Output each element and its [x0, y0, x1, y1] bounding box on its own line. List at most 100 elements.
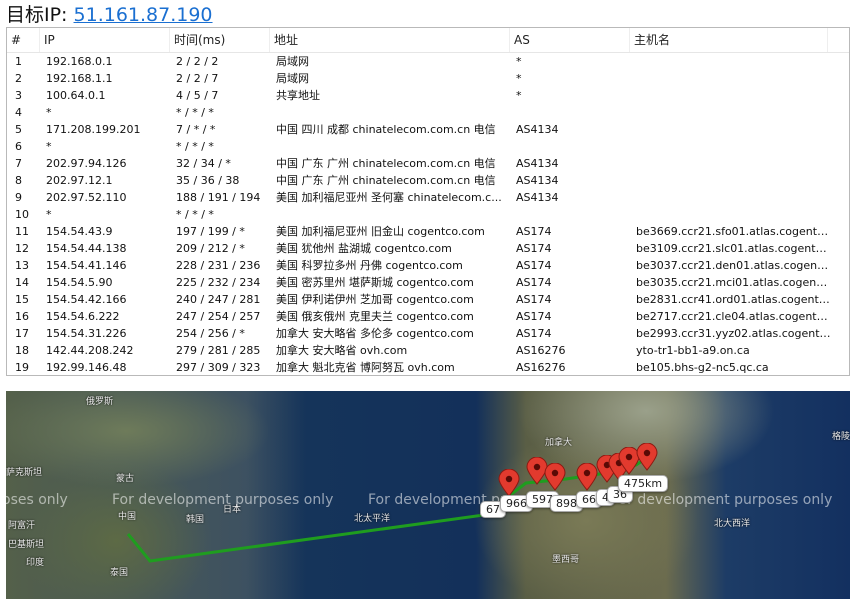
col-header-hostname[interactable]: 主机名	[630, 28, 828, 52]
cell-as: AS4134	[516, 191, 559, 204]
cell-location: 美国 加利福尼亚州 圣何塞 chinatelecom.c...	[276, 191, 502, 204]
cell-index: 15	[15, 293, 29, 306]
table-row[interactable]: 7 202.97.94.126 32 / 34 / * 中国 广东 广州 chinat…	[7, 155, 849, 172]
cell-index: 16	[15, 310, 29, 323]
cell-index: 1	[15, 55, 22, 68]
col-header-ip[interactable]: IP	[40, 28, 170, 52]
cell-ip: 100.64.0.1	[46, 89, 106, 102]
target-ip-link[interactable]: 51.161.87.190	[74, 4, 213, 26]
cell-time: 32 / 34 / *	[176, 157, 231, 170]
cell-index: 19	[15, 361, 29, 374]
map-pin-icon[interactable]	[636, 442, 658, 471]
cell-time: 7 / * / *	[176, 123, 216, 136]
table-row[interactable]: 18 142.44.208.242 279 / 281 / 285 加拿大 安大略省 …	[7, 342, 849, 359]
cell-ip: 171.208.199.201	[46, 123, 141, 136]
table-row[interactable]: 9 202.97.52.110 188 / 191 / 194 美国 加利福尼亚州 圣…	[7, 189, 849, 206]
cell-index: 5	[15, 123, 22, 136]
cell-index: 14	[15, 276, 29, 289]
table-row[interactable]: 1 192.168.0.1 2 / 2 / 2 局域网 *	[7, 53, 849, 70]
col-header-index[interactable]: #	[7, 28, 40, 52]
cell-as: AS174	[516, 225, 552, 238]
cell-hostname	[630, 206, 831, 223]
cell-location: 中国 四川 成都 chinatelecom.com.cn 电信	[276, 123, 496, 136]
cell-location: 美国 科罗拉多州 丹佛 cogentco.com	[276, 259, 463, 272]
table-row[interactable]: 10 * * / * / *	[7, 206, 849, 223]
table-row[interactable]: 2 192.168.1.1 2 / 2 / 7 局域网 *	[7, 70, 849, 87]
cell-ip: 192.99.146.48	[46, 361, 127, 374]
map-pin-icon[interactable]	[576, 462, 598, 491]
cell-time: 297 / 309 / 323	[176, 361, 261, 374]
cell-location	[270, 206, 514, 223]
cell-as: AS4134	[516, 123, 559, 136]
traceroute-table: # IP 时间(ms) 地址 AS 主机名 1 192.168.0.1 2 / 2 …	[6, 27, 850, 376]
cell-location: 局域网	[276, 55, 309, 68]
table-row[interactable]: 13 154.54.41.146 228 / 231 / 236 美国 科罗拉多州 丹…	[7, 257, 849, 274]
cell-as: AS4134	[516, 157, 559, 170]
cell-index: 6	[15, 140, 22, 153]
cell-ip: 154.54.31.226	[46, 327, 127, 340]
map-pin-icon[interactable]	[544, 462, 566, 491]
table-row[interactable]: 3 100.64.0.1 4 / 5 / 7 共享地址 *	[7, 87, 849, 104]
col-header-location[interactable]: 地址	[270, 28, 510, 52]
col-header-time[interactable]: 时间(ms)	[170, 28, 270, 52]
table-row[interactable]: 11 154.54.43.9 197 / 199 / * 美国 加利福尼亚州 旧金山 …	[7, 223, 849, 240]
cell-time: 279 / 281 / 285	[176, 344, 261, 357]
cell-location: 美国 密苏里州 堪萨斯城 cogentco.com	[276, 276, 474, 289]
table-row[interactable]: 12 154.54.44.138 209 / 212 / * 美国 犹他州 盐湖城 c…	[7, 240, 849, 257]
cell-time: 228 / 231 / 236	[176, 259, 261, 272]
table-row[interactable]: 17 154.54.31.226 254 / 256 / * 加拿大 安大略省 多伦多…	[7, 325, 849, 342]
table-row[interactable]: 5 171.208.199.201 7 / * / * 中国 四川 成都 chinat…	[7, 121, 849, 138]
cell-time: 197 / 199 / *	[176, 225, 245, 238]
cell-location: 加拿大 安大略省 多伦多 cogentco.com	[276, 327, 474, 340]
cell-time: 2 / 2 / 7	[176, 72, 219, 85]
cell-location: 加拿大 魁北克省 博阿努瓦 ovh.com	[276, 361, 455, 374]
cell-time: * / * / *	[176, 140, 214, 153]
table-row[interactable]: 14 154.54.5.90 225 / 232 / 234 美国 密苏里州 堪萨斯城…	[7, 274, 849, 291]
cell-location: 美国 加利福尼亚州 旧金山 cogentco.com	[276, 225, 485, 238]
cell-time: 35 / 36 / 38	[176, 174, 240, 187]
cell-ip: 192.168.0.1	[46, 55, 113, 68]
cell-time: * / * / *	[176, 208, 214, 221]
map-pin-icon[interactable]	[498, 468, 520, 497]
cell-hostname: be3035.ccr21.mci01.atlas.cogentco....	[636, 276, 831, 289]
table-row[interactable]: 16 154.54.6.222 247 / 254 / 257 美国 俄亥俄州 克里夫…	[7, 308, 849, 325]
cell-ip: 154.54.42.166	[46, 293, 127, 306]
cell-hostname: be2717.ccr21.cle04.atlas.cogentco....	[636, 310, 831, 323]
cell-hostname: yto-tr1-bb1-a9.on.ca	[636, 344, 750, 357]
cell-hostname: be2993.ccr31.yyz02.atlas.cogentco....	[636, 327, 831, 340]
table-row[interactable]: 4 * * / * / *	[7, 104, 849, 121]
cell-ip: 192.168.1.1	[46, 72, 113, 85]
cell-location: 中国 广东 广州 chinatelecom.com.cn 电信	[276, 157, 496, 170]
cell-as: AS16276	[516, 344, 566, 357]
cell-ip: 142.44.208.242	[46, 344, 134, 357]
cell-index: 2	[15, 72, 22, 85]
cell-as: AS174	[516, 259, 552, 272]
cell-as	[510, 206, 634, 223]
cell-ip: 154.54.44.138	[46, 242, 127, 255]
table-row[interactable]: 19 192.99.146.48 297 / 309 / 323 加拿大 魁北克省 博…	[7, 359, 849, 375]
cell-ip: 202.97.12.1	[46, 174, 113, 187]
cell-location	[270, 104, 514, 121]
target-ip-title: 目标IP: 51.161.87.190	[6, 3, 213, 27]
cell-ip: 154.54.41.146	[46, 259, 127, 272]
cell-ip: *	[46, 208, 52, 221]
cell-location: 美国 俄亥俄州 克里夫兰 cogentco.com	[276, 310, 474, 323]
cell-time: 4 / 5 / 7	[176, 89, 219, 102]
cell-hostname	[630, 70, 831, 87]
table-row[interactable]: 6 * * / * / *	[7, 138, 849, 155]
table-row[interactable]: 8 202.97.12.1 35 / 36 / 38 中国 广东 广州 chinate…	[7, 172, 849, 189]
cell-hostname	[630, 155, 831, 172]
target-ip-label: 目标IP:	[6, 4, 68, 26]
cell-as: AS16276	[516, 361, 566, 374]
col-header-as[interactable]: AS	[510, 28, 630, 52]
route-map[interactable]: 俄罗斯 萨克斯坦 蒙古 中国 韩国 日本 阿富汗 巴基斯坦 印度 泰国 北太平洋…	[6, 391, 850, 599]
cell-hostname	[630, 138, 831, 155]
cell-index: 4	[15, 106, 22, 119]
cell-index: 17	[15, 327, 29, 340]
cell-time: 240 / 247 / 281	[176, 293, 261, 306]
cell-hostname: be3669.ccr21.sfo01.atlas.cogentco....	[636, 225, 831, 238]
table-row[interactable]: 15 154.54.42.166 240 / 247 / 281 美国 伊利诺伊州 芝…	[7, 291, 849, 308]
cell-time: 188 / 191 / 194	[176, 191, 261, 204]
cell-time: * / * / *	[176, 106, 214, 119]
cell-as	[510, 138, 634, 155]
